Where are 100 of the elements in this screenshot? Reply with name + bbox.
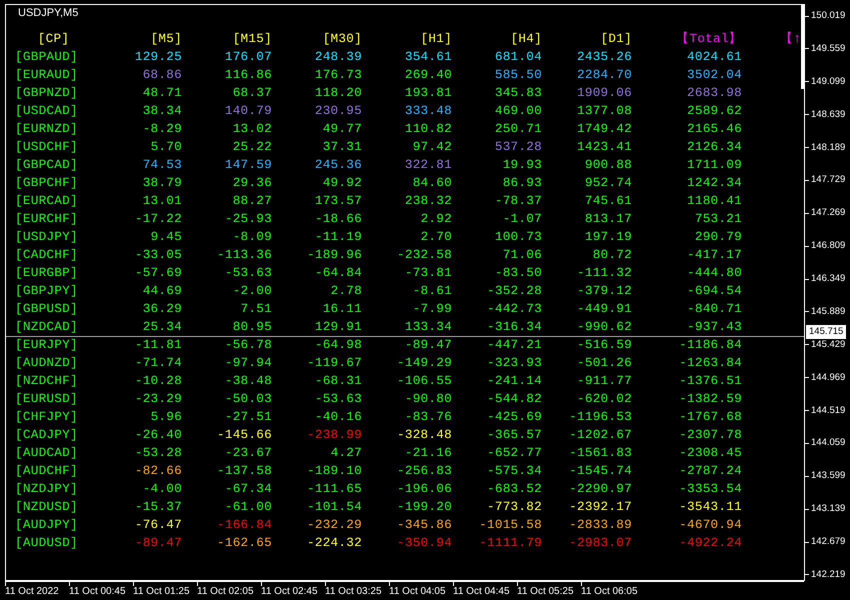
table-cell: -8.61 xyxy=(412,284,452,298)
table-cell: -232.29 xyxy=(306,518,362,532)
table-cell: -97.94 xyxy=(224,356,272,370)
table-cell: 1423.41 xyxy=(576,140,632,154)
currency-pair: [USDJPY] xyxy=(15,230,78,244)
chart-title: USDJPY,M5 xyxy=(18,7,78,19)
table-cell: 345.83 xyxy=(494,86,542,100)
table-cell: -501.26 xyxy=(576,356,632,370)
table-cell: 74.53 xyxy=(142,158,182,172)
table-cell: 25.22 xyxy=(232,140,272,154)
table-cell: 290.79 xyxy=(694,230,742,244)
table-cell: 269.40 xyxy=(404,68,452,82)
table-cell: -1111.79 xyxy=(479,536,542,550)
table-cell: 230.95 xyxy=(314,104,362,118)
table-cell: -119.67 xyxy=(306,356,362,370)
table-cell: 68.37 xyxy=(232,86,272,100)
table-cell: 19.93 xyxy=(502,158,542,172)
column-header: [H4] xyxy=(510,32,542,46)
table-cell: -2290.97 xyxy=(569,482,632,496)
table-cell: 118.20 xyxy=(314,86,362,100)
table-cell: 71.06 xyxy=(502,248,542,262)
table-cell: -328.48 xyxy=(396,428,452,442)
table-cell: -83.76 xyxy=(404,410,452,424)
table-cell: 37.31 xyxy=(322,140,362,154)
table-cell: -442.73 xyxy=(486,302,542,316)
table-cell: -1196.53 xyxy=(569,410,632,424)
currency-pair: [USDCHF] xyxy=(15,140,78,154)
table-cell: -2.00 xyxy=(232,284,272,298)
table-cell: 238.32 xyxy=(404,194,452,208)
table-cell: -18.66 xyxy=(314,212,362,226)
table-cell: -1263.84 xyxy=(679,356,742,370)
table-cell: -68.31 xyxy=(314,374,362,388)
table-cell: -1382.59 xyxy=(679,392,742,406)
table-cell: -683.52 xyxy=(486,482,542,496)
table-cell: -67.34 xyxy=(224,482,272,496)
table-cell: 176.73 xyxy=(314,68,362,82)
currency-pair: [AUDJPY] xyxy=(15,518,78,532)
table-cell: 2284.70 xyxy=(576,68,632,82)
table-cell: -10.28 xyxy=(134,374,182,388)
table-cell: 5.96 xyxy=(150,410,182,424)
table-cell: -232.58 xyxy=(396,248,452,262)
column-header: [H1] xyxy=(420,32,452,46)
table-cell: -417.17 xyxy=(686,248,742,262)
table-cell: 147.59 xyxy=(224,158,272,172)
table-cell: -4670.94 xyxy=(679,518,742,532)
table-cell: 88.27 xyxy=(232,194,272,208)
currency-pair: [GBPCAD] xyxy=(15,158,78,172)
table-cell: 193.81 xyxy=(404,86,452,100)
table-cell: 16.11 xyxy=(322,302,362,316)
table-cell: -444.80 xyxy=(686,266,742,280)
currency-pair: [CADCHF] xyxy=(15,248,78,262)
table-cell: 1180.41 xyxy=(686,194,742,208)
table-cell: 197.19 xyxy=(584,230,632,244)
table-cell: -53.63 xyxy=(314,392,362,406)
currency-pair: [AUDCAD] xyxy=(15,446,78,460)
currency-pair: [NZDJPY] xyxy=(15,482,78,496)
table-cell: 753.21 xyxy=(694,212,742,226)
table-cell: 173.57 xyxy=(314,194,362,208)
table-cell: 133.34 xyxy=(404,320,452,334)
table-cell: 36.29 xyxy=(142,302,182,316)
column-header: [CP] xyxy=(38,32,70,46)
table-cell: -89.47 xyxy=(134,536,182,550)
table-cell: 97.42 xyxy=(412,140,452,154)
table-cell: 2683.98 xyxy=(686,86,742,100)
table-cell: -516.59 xyxy=(576,338,632,352)
table-cell: -1561.83 xyxy=(569,446,632,460)
table-cell: -544.82 xyxy=(486,392,542,406)
table-cell: -61.00 xyxy=(224,500,272,514)
table-cell: -57.69 xyxy=(134,266,182,280)
table-cell: -90.80 xyxy=(404,392,452,406)
table-cell: -3543.11 xyxy=(679,500,742,514)
table-cell: -2307.78 xyxy=(679,428,742,442)
table-cell: -149.29 xyxy=(396,356,452,370)
table-cell: 469.00 xyxy=(494,104,542,118)
table-cell: 1242.34 xyxy=(686,176,742,190)
table-cell: 129.91 xyxy=(314,320,362,334)
table-cell: 13.02 xyxy=(232,122,272,136)
table-cell: 13.01 xyxy=(142,194,182,208)
table-cell: 2589.62 xyxy=(686,104,742,118)
column-header: 【Total】 xyxy=(676,32,742,46)
table-cell: -379.12 xyxy=(576,284,632,298)
table-cell: 7.51 xyxy=(240,302,272,316)
table-cell: 2.78 xyxy=(330,284,362,298)
table-cell: -1767.68 xyxy=(679,410,742,424)
table-cell: 110.82 xyxy=(404,122,452,136)
table-cell: 2435.26 xyxy=(576,50,632,64)
currency-pair: [NZDUSD] xyxy=(15,500,78,514)
currency-pair: [GBPAUD] xyxy=(15,50,78,64)
table-cell: -189.10 xyxy=(306,464,362,478)
currency-pair: [EURUSD] xyxy=(15,392,78,406)
table-cell: -162.65 xyxy=(216,536,272,550)
currency-pair: [EURCAD] xyxy=(15,194,78,208)
table-cell: -911.77 xyxy=(576,374,632,388)
table-cell: 2.70 xyxy=(420,230,452,244)
table-cell: -196.06 xyxy=(396,482,452,496)
table-cell: -323.93 xyxy=(486,356,542,370)
table-cell: -1376.51 xyxy=(679,374,742,388)
table-cell: -64.98 xyxy=(314,338,362,352)
table-cell: -575.34 xyxy=(486,464,542,478)
table-cell: 49.92 xyxy=(322,176,362,190)
